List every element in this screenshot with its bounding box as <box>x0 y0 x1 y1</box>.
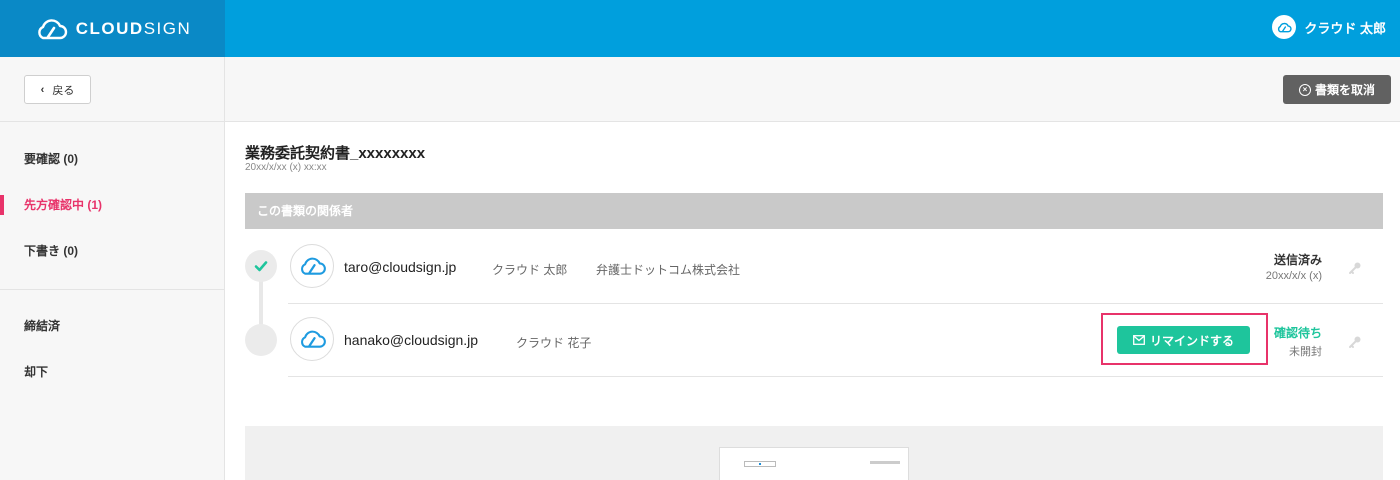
sidebar-item-awaiting-partner[interactable]: 先方確認中 (1) <box>0 193 224 217</box>
document-date: 20xx/x/xx (x) xx:xx <box>245 162 327 173</box>
sidebar-item-rejected[interactable]: 却下 <box>0 360 224 384</box>
remind-label: リマインドする <box>1149 333 1234 348</box>
sidebar-item-concluded[interactable]: 締結済 <box>0 314 224 338</box>
user-avatar <box>1272 15 1297 39</box>
key-icon <box>1349 336 1361 348</box>
document-title: 業務委託契約書_xxxxxxxx <box>245 145 426 162</box>
cloudsign-logo-icon <box>301 257 326 275</box>
brand-name: CLOUDSIGN <box>75 18 192 38</box>
sidebar-item-needs-review[interactable]: 要確認 (0) <box>0 147 224 171</box>
sidebar: 要確認 (0) 先方確認中 (1) 下書き (0) 締結済 却下 <box>0 122 225 480</box>
party-name: クラウド 太郎 <box>492 263 568 277</box>
circle-x-icon: × <box>1298 83 1311 96</box>
step-pending <box>245 324 277 356</box>
party-email: taro@cloudsign.jp <box>344 259 457 275</box>
party-name: クラウド 花子 <box>516 336 592 350</box>
cloudsign-logo-icon <box>38 18 67 39</box>
user-menu[interactable]: クラウド 太郎 <box>1272 15 1386 39</box>
avatar <box>290 244 334 288</box>
preview-text-line <box>870 461 900 464</box>
key-icon <box>1349 262 1361 274</box>
check-icon <box>254 261 268 272</box>
section-header: この書類の関係者 <box>245 193 1383 229</box>
sidebar-item-drafts[interactable]: 下書き (0) <box>0 239 224 263</box>
document-preview[interactable] <box>719 447 909 480</box>
cloudsign-logo-icon <box>301 330 326 348</box>
toolbar-left: ‹ 戻る <box>0 57 225 121</box>
toolbar: ‹ 戻る × 書類を取消 <box>0 57 1400 122</box>
status-label: 送信済み <box>1273 253 1322 267</box>
status-open-state: 未開封 <box>1289 346 1322 358</box>
chevron-left-icon: ‹ <box>40 83 45 96</box>
preview-field <box>744 461 776 467</box>
remind-button[interactable]: リマインドする <box>1117 326 1250 354</box>
status-date: 20xx/x/x (x) <box>1265 270 1322 282</box>
cloudsign-logo-icon <box>1278 22 1292 32</box>
cancel-label: 書類を取消 <box>1314 83 1375 97</box>
party-status: 送信済み 20xx/x/x (x) <box>1266 251 1322 282</box>
remind-highlight: リマインドする <box>1101 313 1268 365</box>
back-button[interactable]: ‹ 戻る <box>24 75 91 104</box>
document-preview-area <box>245 426 1383 480</box>
party-email: hanako@cloudsign.jp <box>344 332 479 348</box>
mail-icon <box>1133 335 1145 345</box>
brand[interactable]: CLOUDSIGN <box>0 0 225 57</box>
avatar <box>290 317 334 361</box>
sidebar-divider <box>0 289 224 290</box>
cancel-document-button[interactable]: × 書類を取消 <box>1283 75 1391 104</box>
user-name: クラウド 太郎 <box>1304 20 1386 36</box>
step-complete <box>245 250 277 282</box>
status-label: 確認待ち <box>1273 326 1322 340</box>
app-header: CLOUDSIGN クラウド 太郎 <box>0 0 1400 57</box>
party-row: taro@cloudsign.jp クラウド 太郎 弁護士ドットコム株式会社 送… <box>288 230 1383 304</box>
party-status: 確認待ち 未開封 <box>1274 324 1322 359</box>
back-label: 戻る <box>52 84 75 97</box>
party-company: 弁護士ドットコム株式会社 <box>596 263 741 277</box>
